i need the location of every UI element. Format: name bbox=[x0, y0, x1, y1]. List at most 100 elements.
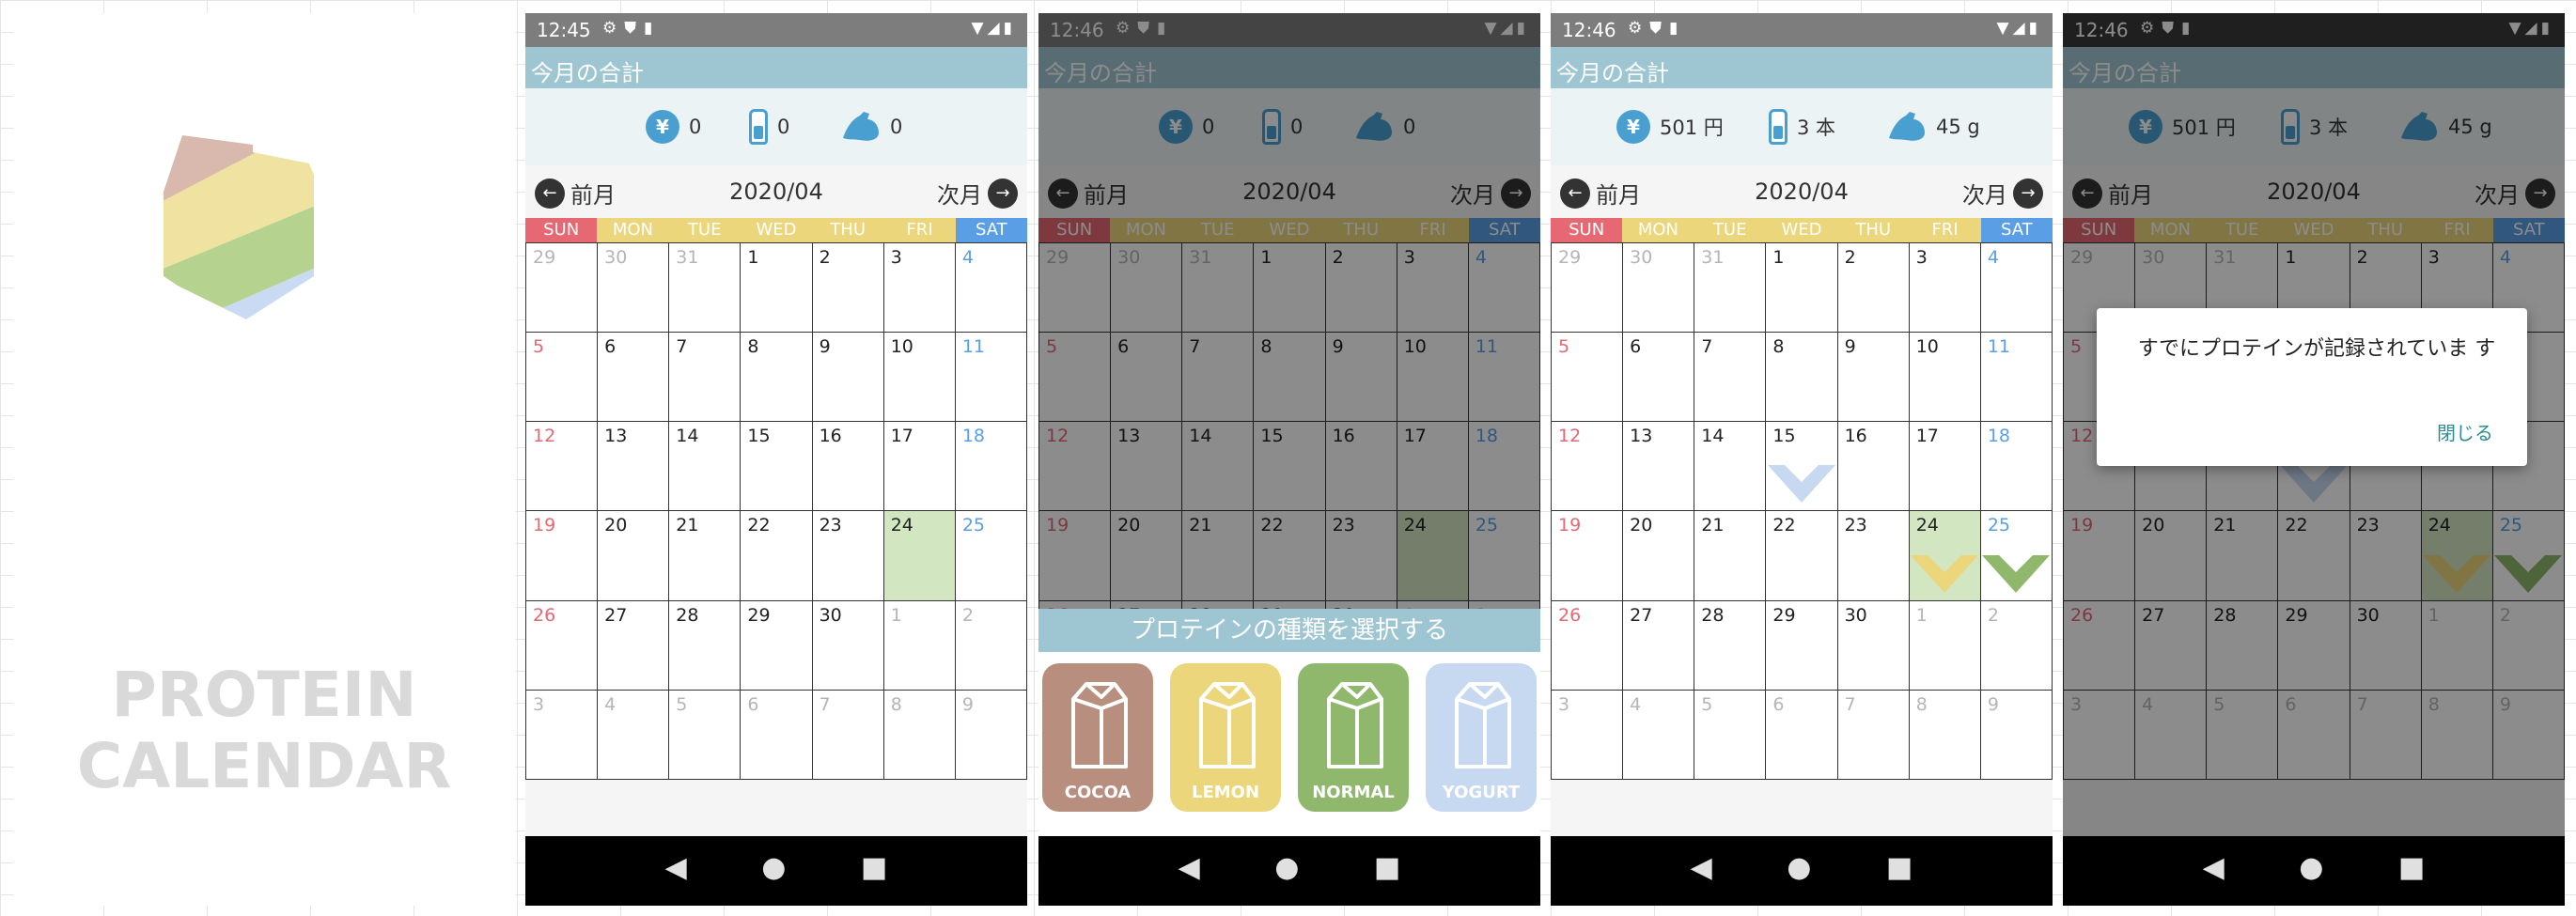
calendar-day[interactable]: 31 bbox=[669, 243, 742, 334]
calendar-day[interactable]: 27 bbox=[1623, 600, 1695, 691]
recents-icon[interactable]: ■ bbox=[861, 851, 887, 884]
calendar-day[interactable]: 9 bbox=[1980, 690, 2053, 780]
calendar-day[interactable]: 29 bbox=[741, 600, 813, 691]
calendar-day[interactable]: 10 bbox=[1909, 333, 1981, 423]
calendar-day[interactable]: 22 bbox=[1766, 511, 1838, 601]
back-icon[interactable]: ◀ bbox=[2203, 851, 2225, 884]
flavor-yogurt-button[interactable]: YOGURT bbox=[1426, 663, 1537, 812]
calendar-day[interactable]: 8 bbox=[883, 690, 956, 780]
calendar-day[interactable]: 2 bbox=[812, 243, 884, 334]
calendar-day[interactable]: 17 bbox=[883, 422, 956, 512]
calendar-day[interactable]: 29 bbox=[1552, 243, 1624, 334]
calendar-day[interactable]: 19 bbox=[1552, 511, 1624, 601]
calendar-day[interactable]: 28 bbox=[1694, 600, 1767, 691]
calendar-day[interactable]: 26 bbox=[526, 600, 599, 691]
calendar-day[interactable]: 29 bbox=[1766, 600, 1838, 691]
calendar-day[interactable]: 17 bbox=[1909, 422, 1981, 512]
calendar-day[interactable]: 3 bbox=[1909, 243, 1981, 334]
next-month-button[interactable]: 次月 → bbox=[937, 177, 1018, 210]
calendar-day[interactable]: 30 bbox=[598, 243, 670, 334]
calendar-day[interactable]: 28 bbox=[669, 600, 742, 691]
calendar-day[interactable]: 13 bbox=[598, 422, 670, 512]
calendar-day[interactable]: 3 bbox=[526, 690, 599, 780]
calendar-day[interactable]: 6 bbox=[1623, 333, 1695, 423]
calendar-day[interactable]: 6 bbox=[741, 690, 813, 780]
calendar-day[interactable]: 4 bbox=[1980, 243, 2053, 334]
calendar-day[interactable]: 24 bbox=[883, 511, 956, 601]
back-icon[interactable]: ◀ bbox=[1691, 851, 1712, 884]
calendar-day[interactable]: 2 bbox=[1837, 243, 1910, 334]
home-icon[interactable]: ● bbox=[1274, 851, 1299, 884]
calendar-day[interactable]: 10 bbox=[883, 333, 956, 423]
calendar-day[interactable]: 5 bbox=[526, 333, 599, 423]
calendar-day[interactable]: 12 bbox=[526, 422, 599, 512]
calendar-day[interactable]: 20 bbox=[598, 511, 670, 601]
recents-icon[interactable]: ■ bbox=[1374, 851, 1400, 884]
calendar-day[interactable]: 21 bbox=[1694, 511, 1767, 601]
calendar-day[interactable]: 16 bbox=[1837, 422, 1910, 512]
calendar-day[interactable]: 2 bbox=[1980, 600, 2053, 691]
home-icon[interactable]: ● bbox=[761, 851, 786, 884]
calendar-day[interactable]: 8 bbox=[1766, 333, 1838, 423]
calendar-day[interactable]: 30 bbox=[812, 600, 884, 691]
calendar-day[interactable]: 11 bbox=[1980, 333, 2053, 423]
calendar-day[interactable]: 7 bbox=[812, 690, 884, 780]
calendar-day[interactable]: 1 bbox=[883, 600, 956, 691]
calendar-day[interactable]: 5 bbox=[1694, 690, 1767, 780]
calendar-day[interactable]: 7 bbox=[1694, 333, 1767, 423]
home-icon[interactable]: ● bbox=[1787, 851, 1811, 884]
calendar-day[interactable]: 1 bbox=[1766, 243, 1838, 334]
calendar-day[interactable]: 8 bbox=[741, 333, 813, 423]
calendar-day[interactable]: 15 bbox=[1766, 422, 1838, 512]
prev-month-button[interactable]: ← 前月 bbox=[535, 177, 616, 210]
calendar-day[interactable]: 16 bbox=[812, 422, 884, 512]
flavor-lemon-button[interactable]: LEMON bbox=[1170, 663, 1281, 812]
calendar-day[interactable]: 30 bbox=[1623, 243, 1695, 334]
calendar-day[interactable]: 5 bbox=[669, 690, 742, 780]
calendar-day[interactable]: 14 bbox=[669, 422, 742, 512]
calendar-day[interactable]: 4 bbox=[598, 690, 670, 780]
calendar-day[interactable]: 11 bbox=[955, 333, 1027, 423]
calendar-day[interactable]: 4 bbox=[955, 243, 1027, 334]
calendar-day[interactable]: 19 bbox=[526, 511, 599, 601]
calendar-day[interactable]: 25 bbox=[1980, 511, 2053, 601]
calendar-day[interactable]: 5 bbox=[1552, 333, 1624, 423]
calendar-day[interactable]: 30 bbox=[1837, 600, 1910, 691]
calendar-day[interactable]: 29 bbox=[526, 243, 599, 334]
calendar-day[interactable]: 9 bbox=[955, 690, 1027, 780]
calendar-day[interactable]: 12 bbox=[1552, 422, 1624, 512]
calendar-day[interactable]: 9 bbox=[812, 333, 884, 423]
calendar-day[interactable]: 15 bbox=[741, 422, 813, 512]
recents-icon[interactable]: ■ bbox=[2398, 851, 2425, 884]
calendar-day[interactable]: 6 bbox=[598, 333, 670, 423]
calendar-day[interactable]: 8 bbox=[1909, 690, 1981, 780]
calendar-day[interactable]: 1 bbox=[741, 243, 813, 334]
calendar-day[interactable]: 25 bbox=[955, 511, 1027, 601]
home-icon[interactable]: ● bbox=[2299, 851, 2323, 884]
calendar-day[interactable]: 14 bbox=[1694, 422, 1767, 512]
calendar-day[interactable]: 18 bbox=[1980, 422, 2053, 512]
prev-month-button[interactable]: ← 前月 bbox=[1560, 177, 1641, 210]
calendar-day[interactable]: 24 bbox=[1909, 511, 1981, 601]
calendar-day[interactable]: 4 bbox=[1623, 690, 1695, 780]
calendar-day[interactable]: 2 bbox=[955, 600, 1027, 691]
calendar-day[interactable]: 27 bbox=[598, 600, 670, 691]
calendar-day[interactable]: 9 bbox=[1837, 333, 1910, 423]
calendar-day[interactable]: 7 bbox=[669, 333, 742, 423]
calendar-day[interactable]: 23 bbox=[1837, 511, 1910, 601]
calendar-day[interactable]: 31 bbox=[1694, 243, 1767, 334]
flavor-normal-button[interactable]: NORMAL bbox=[1298, 663, 1409, 812]
flavor-cocoa-button[interactable]: COCOA bbox=[1042, 663, 1153, 812]
calendar-day[interactable]: 21 bbox=[669, 511, 742, 601]
calendar-day[interactable]: 26 bbox=[1552, 600, 1624, 691]
calendar-day[interactable]: 6 bbox=[1766, 690, 1838, 780]
dialog-close-button[interactable]: 閉じる bbox=[2437, 418, 2493, 445]
calendar-day[interactable]: 23 bbox=[812, 511, 884, 601]
calendar-day[interactable]: 20 bbox=[1623, 511, 1695, 601]
calendar-day[interactable]: 3 bbox=[1552, 690, 1624, 780]
calendar-day[interactable]: 3 bbox=[883, 243, 956, 334]
calendar-day[interactable]: 13 bbox=[1623, 422, 1695, 512]
back-icon[interactable]: ◀ bbox=[1179, 851, 1200, 884]
next-month-button[interactable]: 次月 → bbox=[1962, 177, 2043, 210]
calendar-day[interactable]: 1 bbox=[1909, 600, 1981, 691]
